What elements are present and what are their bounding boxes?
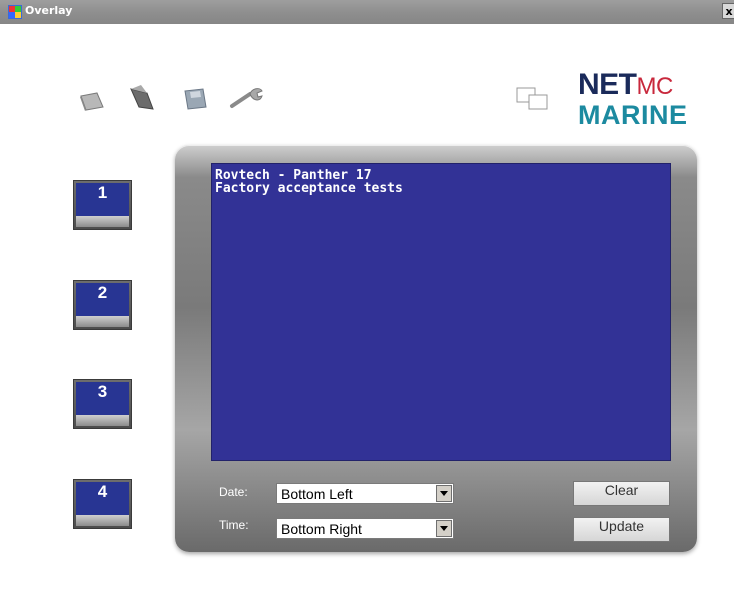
- chevron-down-icon[interactable]: [436, 520, 452, 537]
- app-icon: [8, 5, 22, 19]
- logo-mc-text: MC: [636, 73, 674, 100]
- open-file-icon[interactable]: [127, 83, 159, 115]
- channel-1-button[interactable]: 1: [73, 180, 132, 230]
- channel-bevel: [76, 316, 129, 327]
- channel-bevel: [76, 515, 129, 526]
- window-titlebar: Overlay x: [0, 0, 734, 24]
- time-label: Time:: [219, 518, 249, 532]
- logo-net-text: NET: [578, 68, 637, 101]
- card-icon[interactable]: [78, 90, 106, 112]
- channel-4-label: 4: [97, 482, 108, 501]
- channel-face: 3: [76, 382, 129, 415]
- channel-2-label: 2: [97, 283, 108, 302]
- channel-1-label: 1: [97, 183, 108, 202]
- close-button[interactable]: x: [722, 3, 734, 19]
- time-position-value: Bottom Right: [281, 521, 362, 537]
- channel-bevel: [76, 415, 129, 426]
- overlay-text-line-2: Factory acceptance tests: [215, 181, 403, 196]
- chevron-down-icon[interactable]: [436, 485, 452, 502]
- netmc-marine-logo: NETMC MARINE: [578, 68, 694, 132]
- channel-face: 4: [76, 482, 129, 515]
- channel-bevel: [76, 216, 129, 227]
- date-label: Date:: [219, 485, 248, 499]
- time-position-select[interactable]: Bottom Right: [276, 518, 454, 539]
- wrench-icon[interactable]: [226, 84, 266, 112]
- window-title: Overlay: [25, 4, 73, 17]
- date-position-select[interactable]: Bottom Left: [276, 483, 454, 504]
- overlay-text-screen[interactable]: Rovtech - Panther 17 Factory acceptance …: [211, 163, 671, 461]
- channel-face: 1: [76, 183, 129, 216]
- logo-line1: NETMC: [578, 68, 673, 102]
- channel-3-button[interactable]: 3: [73, 379, 132, 429]
- channel-2-button[interactable]: 2: [73, 280, 132, 330]
- channel-4-button[interactable]: 4: [73, 479, 132, 529]
- date-position-value: Bottom Left: [281, 486, 353, 502]
- channel-face: 2: [76, 283, 129, 316]
- clear-button[interactable]: Clear: [573, 481, 670, 506]
- save-disk-icon[interactable]: [181, 85, 209, 113]
- channel-3-label: 3: [97, 382, 108, 401]
- update-button[interactable]: Update: [573, 517, 670, 542]
- windows-overlay-icon[interactable]: [515, 86, 551, 112]
- logo-marine-text: MARINE: [578, 100, 688, 130]
